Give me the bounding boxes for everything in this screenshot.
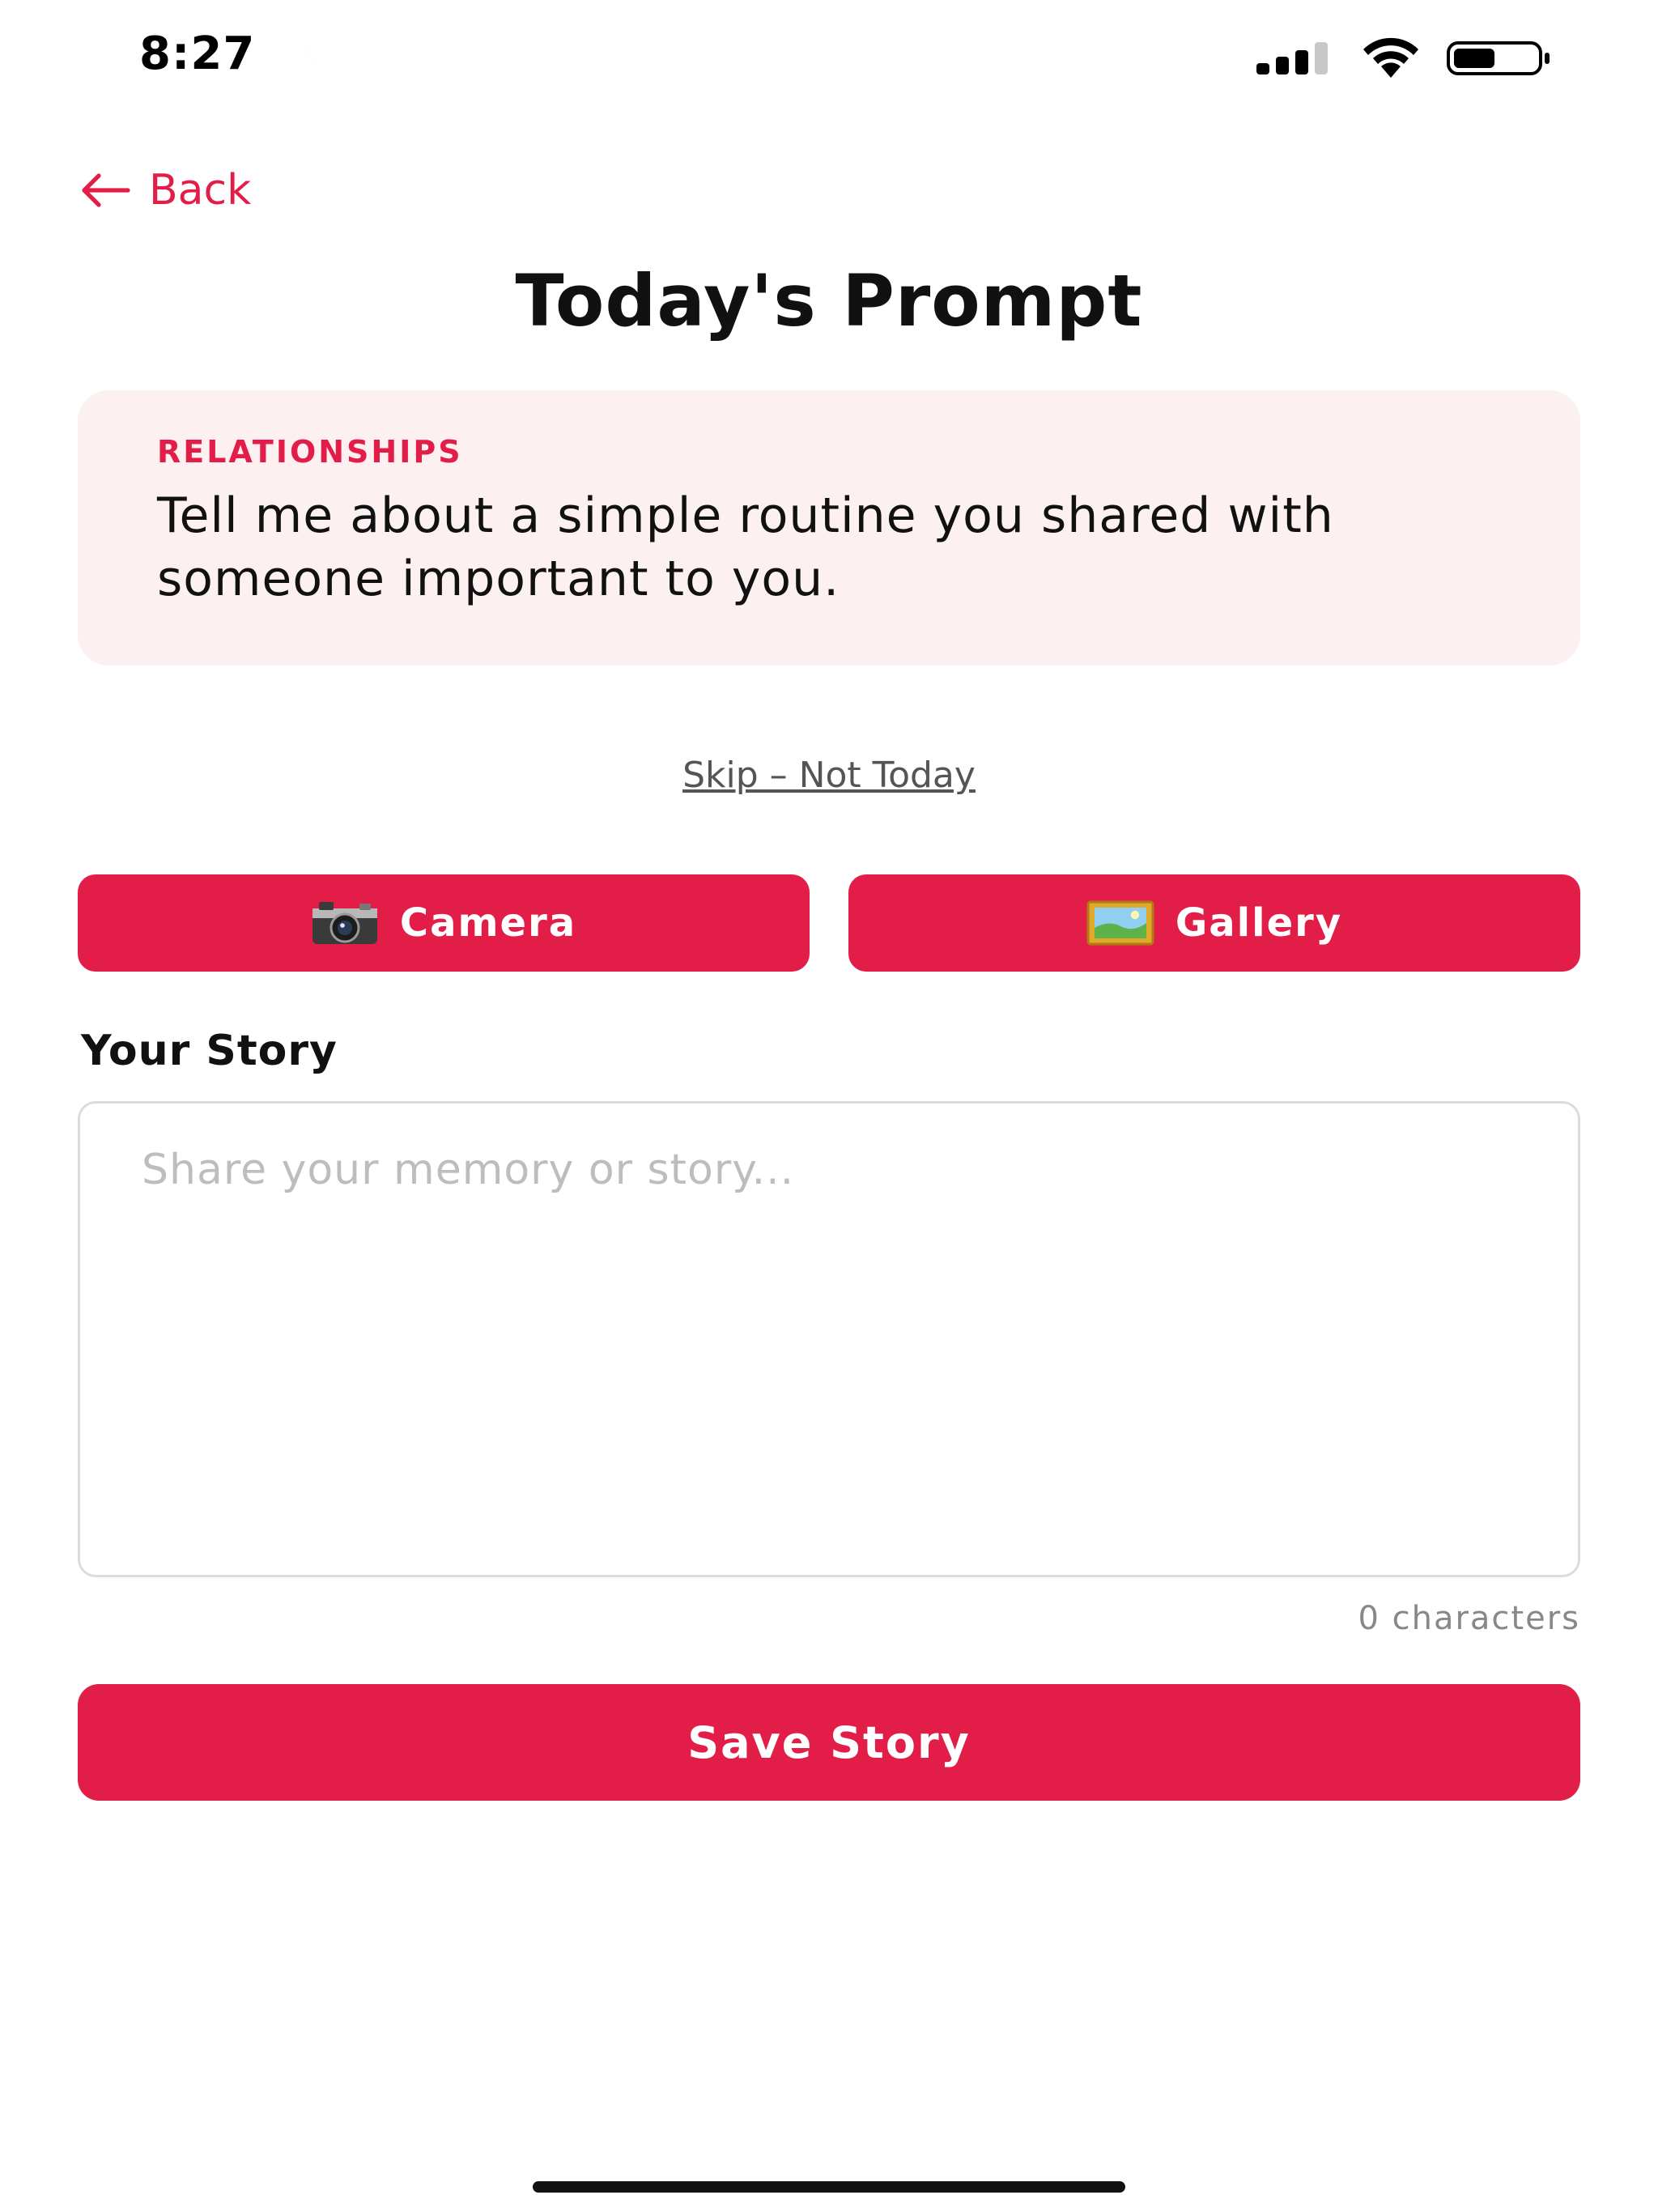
save-story-button[interactable]: Save Story [78, 1684, 1580, 1801]
page-title: Today's Prompt [515, 259, 1143, 342]
screen: 8:27 Back Today's Prompt RELATIONSHIPS T… [0, 0, 1658, 2212]
signal-icon [1256, 42, 1328, 74]
back-label: Back [149, 166, 252, 215]
camera-label: Camera [399, 900, 577, 946]
skip-link[interactable]: Skip – Not Today [0, 755, 1658, 796]
prompt-card: RELATIONSHIPS Tell me about a simple rou… [78, 390, 1580, 666]
status-bar: 8:27 [0, 0, 1658, 121]
battery-icon [1447, 41, 1550, 75]
story-label: Your Story [81, 1027, 338, 1075]
picture-icon [1086, 900, 1154, 946]
prompt-category: RELATIONSHIPS [157, 434, 463, 470]
arrow-left-icon [82, 173, 130, 207]
gallery-label: Gallery [1175, 900, 1343, 946]
story-textarea[interactable] [78, 1101, 1580, 1577]
status-time: 8:27 [139, 28, 256, 80]
character-count: 0 characters [1358, 1600, 1580, 1637]
camera-button[interactable]: Camera [78, 874, 810, 972]
back-button[interactable]: Back [79, 162, 251, 219]
moon-icon [308, 37, 342, 71]
gallery-button[interactable]: Gallery [848, 874, 1580, 972]
home-indicator[interactable] [533, 2181, 1125, 2193]
wifi-icon [1363, 37, 1418, 78]
prompt-text: Tell me about a simple routine you share… [157, 487, 1334, 607]
camera-icon [312, 902, 377, 944]
